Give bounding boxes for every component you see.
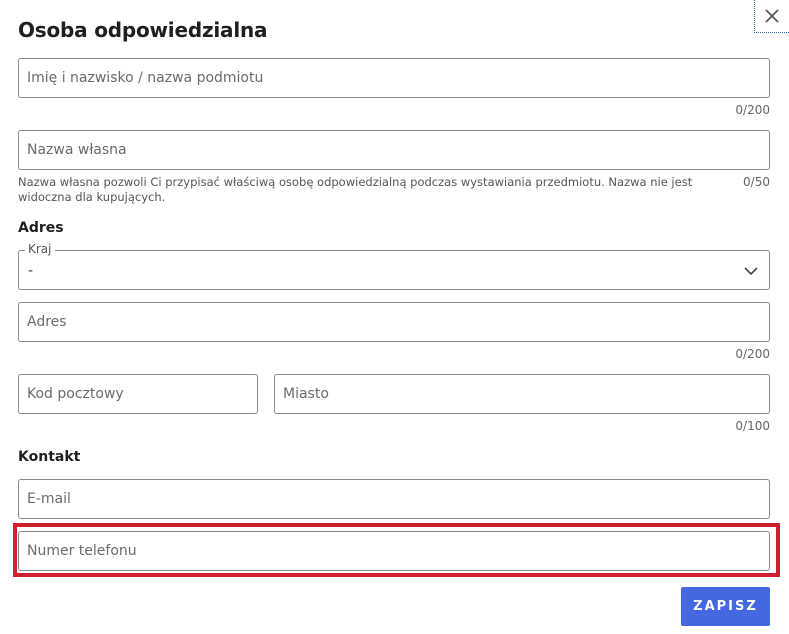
close-button[interactable] — [754, 0, 789, 33]
email-field-box — [18, 479, 770, 519]
street-input[interactable] — [19, 303, 769, 341]
close-icon — [765, 9, 779, 23]
city-field-box — [274, 374, 770, 414]
country-select[interactable]: Kraj - — [18, 242, 770, 290]
street-counter: 0/200 — [735, 347, 770, 361]
save-button[interactable]: ZAPISZ — [681, 587, 770, 626]
name-field-box — [18, 58, 770, 98]
country-label: Kraj — [25, 242, 55, 256]
postal-code-input[interactable] — [19, 375, 257, 413]
city-input[interactable] — [275, 375, 769, 413]
name-counter: 0/200 — [735, 103, 770, 117]
own-name-input[interactable] — [19, 131, 769, 169]
postal-code-field-box — [18, 374, 258, 414]
city-counter: 0/100 — [735, 419, 770, 433]
street-field-box — [18, 302, 770, 342]
phone-field-box — [18, 531, 770, 571]
chevron-down-icon — [744, 267, 758, 276]
own-name-counter: 0/50 — [743, 175, 770, 189]
dialog-title: Osoba odpowiedzialna — [18, 18, 268, 42]
name-input[interactable] — [19, 59, 769, 97]
own-name-field-box — [18, 130, 770, 170]
email-input[interactable] — [19, 480, 769, 518]
address-heading: Adres — [18, 220, 64, 236]
contact-heading: Kontakt — [18, 449, 81, 465]
phone-input[interactable] — [19, 532, 769, 570]
own-name-helper-text: Nazwa własna pozwoli Ci przypisać właści… — [18, 175, 693, 204]
country-value: - — [28, 263, 34, 279]
